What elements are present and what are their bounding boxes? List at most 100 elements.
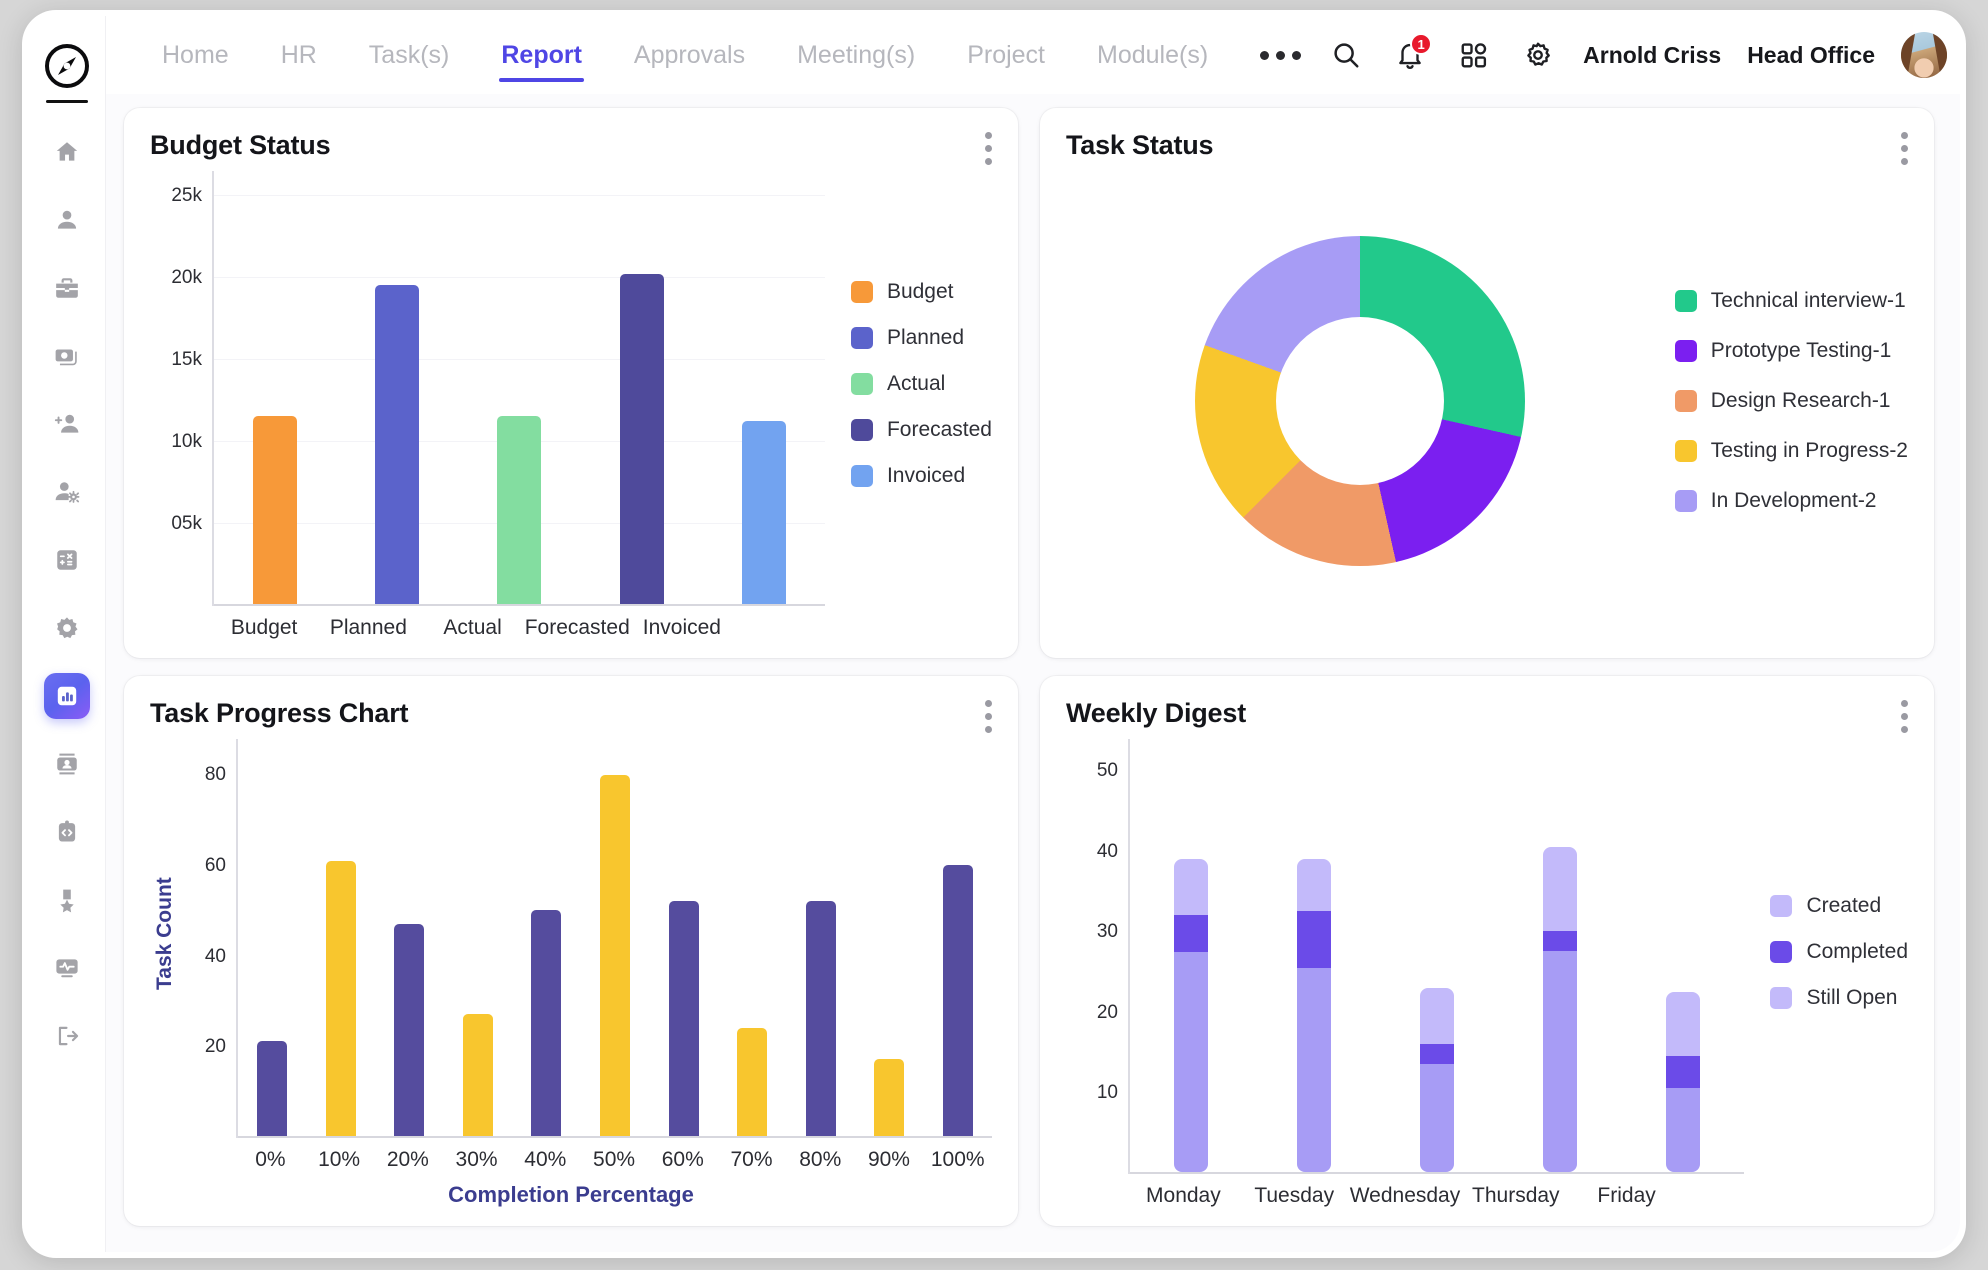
chart-bar[interactable] bbox=[874, 1059, 905, 1136]
stacked-bar-segment bbox=[1543, 931, 1578, 952]
sidebar-item-logout[interactable] bbox=[44, 1013, 90, 1059]
chart-bar[interactable] bbox=[942, 865, 973, 1136]
nav-tab-tasks[interactable]: Task(s) bbox=[343, 16, 476, 94]
sidebar-item-calculator[interactable] bbox=[44, 537, 90, 583]
stacked-bar-segment bbox=[1666, 1087, 1700, 1172]
kebab-menu-icon-task-status[interactable] bbox=[1901, 132, 1908, 165]
y-axis-tick: 50 bbox=[1096, 760, 1118, 782]
sidebar-item-home[interactable] bbox=[44, 129, 90, 175]
stacked-bar[interactable] bbox=[1666, 991, 1700, 1172]
legend-item[interactable]: Created bbox=[1770, 894, 1908, 918]
sidebar-item-person-settings[interactable] bbox=[44, 469, 90, 515]
bar-slot bbox=[923, 739, 992, 1136]
x-axis-tick-label: Actual bbox=[443, 616, 502, 639]
grid-apps-icon[interactable] bbox=[1455, 36, 1493, 74]
sidebar-item-payment-card[interactable] bbox=[44, 333, 90, 379]
x-axis-tick-label: Invoiced bbox=[642, 616, 721, 639]
legend-item[interactable]: Design Research-1 bbox=[1674, 389, 1908, 413]
y-axis-tick: 10k bbox=[171, 430, 202, 452]
legend-item[interactable]: Technical interview-1 bbox=[1674, 288, 1908, 313]
dashboard-grid: Budget Status 05k 10k 15k 20k 25k Budget Plan… bbox=[106, 94, 1960, 1252]
bar-slot bbox=[238, 739, 307, 1136]
weekly-digest-plot bbox=[1128, 739, 1745, 1174]
legend-item[interactable]: Actual bbox=[850, 372, 992, 396]
legend-item[interactable]: Testing in Progress-2 bbox=[1674, 438, 1908, 463]
settings-gear-icon[interactable] bbox=[1519, 36, 1557, 74]
sidebar-item-briefcase[interactable] bbox=[44, 265, 90, 311]
sidebar-item-contact-card[interactable] bbox=[44, 741, 90, 787]
chart-bar[interactable] bbox=[325, 860, 356, 1136]
chart-bar[interactable] bbox=[375, 285, 420, 604]
kebab-menu-icon-weekly-digest[interactable] bbox=[1901, 700, 1908, 733]
stacked-bar[interactable] bbox=[1174, 859, 1209, 1172]
sidebar-item-code-clipboard[interactable] bbox=[44, 809, 90, 855]
chart-bar[interactable] bbox=[737, 1027, 768, 1136]
stacked-bar-segment bbox=[1420, 1043, 1455, 1064]
legend-item[interactable]: Planned bbox=[850, 326, 992, 350]
bar-slot bbox=[375, 739, 444, 1136]
bar-slot bbox=[1253, 739, 1376, 1172]
sidebar-item-add-person[interactable] bbox=[44, 401, 90, 447]
y-axis-tick: 20 bbox=[204, 1036, 226, 1058]
bar-slot bbox=[512, 739, 581, 1136]
stacked-bar[interactable] bbox=[1297, 859, 1332, 1172]
compass-logo-icon[interactable] bbox=[43, 42, 91, 90]
weekly-digest-legend: Created Completed Still Open bbox=[1744, 729, 1908, 1174]
legend-item[interactable]: Completed bbox=[1770, 940, 1908, 964]
kebab-menu-icon-task-progress[interactable] bbox=[985, 700, 992, 733]
chart-bar[interactable] bbox=[600, 775, 630, 1136]
nav-tab-report[interactable]: Report bbox=[475, 16, 608, 94]
sidebar-item-monitor-activity[interactable] bbox=[44, 945, 90, 991]
legend-item[interactable]: Prototype Testing-1 bbox=[1674, 339, 1908, 363]
search-icon[interactable] bbox=[1327, 36, 1365, 74]
topbar-actions: 1 Arnold Criss Head Office bbox=[1327, 32, 1948, 78]
y-axis-tick: 40 bbox=[204, 945, 226, 967]
legend-item[interactable]: Forecasted bbox=[850, 418, 992, 442]
nav-more-ellipsis-icon[interactable] bbox=[1234, 50, 1327, 60]
chart-bar[interactable] bbox=[462, 1014, 493, 1136]
bar-slot bbox=[1622, 739, 1745, 1172]
current-user-name[interactable]: Arnold Criss bbox=[1583, 42, 1721, 69]
nav-tab-home[interactable]: Home bbox=[136, 16, 255, 94]
bar-slot bbox=[581, 739, 650, 1136]
stacked-bar-segment bbox=[1297, 967, 1332, 1172]
x-axis-tick-label: Planned bbox=[329, 616, 407, 639]
legend-item[interactable]: Invoiced bbox=[850, 464, 992, 488]
nav-tab-hr[interactable]: HR bbox=[255, 16, 343, 94]
stacked-bar[interactable] bbox=[1543, 847, 1578, 1172]
chart-bar[interactable] bbox=[394, 923, 425, 1136]
nav-tab-project[interactable]: Project bbox=[941, 16, 1071, 94]
stacked-bar-segment bbox=[1174, 915, 1209, 952]
chart-bar[interactable] bbox=[253, 416, 298, 604]
notifications-bell-icon[interactable]: 1 bbox=[1391, 33, 1433, 74]
nav-tab-modules[interactable]: Module(s) bbox=[1071, 16, 1234, 94]
notification-count-badge: 1 bbox=[1410, 33, 1433, 55]
legend-label: Technical interview-1 bbox=[1710, 288, 1906, 312]
sidebar-item-settings[interactable] bbox=[44, 605, 90, 651]
x-axis-tick-label: 20% bbox=[386, 1148, 429, 1171]
legend-label: Testing in Progress-2 bbox=[1710, 438, 1908, 462]
x-axis-tick-label: 100% bbox=[930, 1148, 985, 1171]
chart-bar[interactable] bbox=[805, 901, 836, 1136]
chart-bar[interactable] bbox=[741, 421, 786, 604]
legend-item[interactable]: In Development-2 bbox=[1674, 489, 1908, 513]
kebab-menu-icon-budget[interactable] bbox=[985, 132, 992, 165]
sidebar-item-person[interactable] bbox=[44, 197, 90, 243]
legend-color-swatch bbox=[1770, 986, 1793, 1009]
avatar[interactable] bbox=[1901, 32, 1948, 78]
chart-bar[interactable] bbox=[497, 416, 542, 604]
sidebar-item-reports[interactable] bbox=[43, 673, 90, 719]
chart-bar[interactable] bbox=[619, 273, 664, 604]
chart-bar[interactable] bbox=[668, 901, 699, 1136]
legend-item[interactable]: Still Open bbox=[1770, 986, 1908, 1010]
nav-tab-meetings[interactable]: Meeting(s) bbox=[771, 16, 941, 94]
task-status-donut-chart[interactable] bbox=[1195, 235, 1526, 566]
stacked-bar[interactable] bbox=[1420, 987, 1455, 1172]
left-sidebar bbox=[28, 16, 106, 1252]
chart-bar[interactable] bbox=[257, 1041, 288, 1136]
nav-tab-approvals[interactable]: Approvals bbox=[608, 16, 771, 94]
sidebar-item-medal[interactable] bbox=[44, 877, 90, 923]
office-label[interactable]: Head Office bbox=[1747, 42, 1875, 69]
chart-bar[interactable] bbox=[531, 910, 562, 1136]
legend-item[interactable]: Budget bbox=[850, 280, 992, 304]
